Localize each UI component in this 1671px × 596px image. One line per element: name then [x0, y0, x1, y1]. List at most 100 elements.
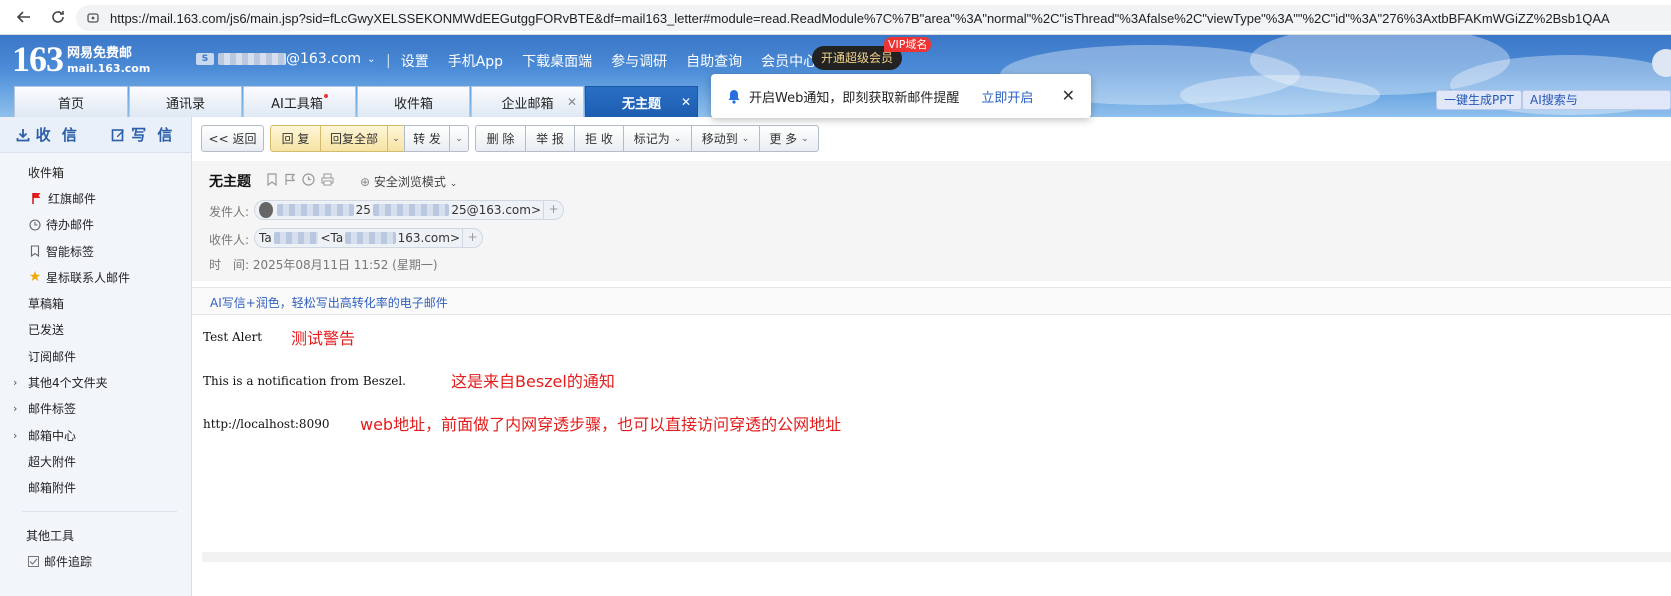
close-icon[interactable]: ✕: [567, 95, 577, 109]
logo[interactable]: 163 网易免费邮 mail.163.com: [12, 39, 150, 79]
sender-chip[interactable]: 25 25@163.com> +: [254, 200, 564, 220]
chevron-right-icon[interactable]: ›: [13, 376, 17, 389]
more-button[interactable]: 更 多 ⌄: [759, 125, 819, 152]
blurred-email: [372, 204, 450, 216]
flag-icon[interactable]: [284, 173, 296, 189]
clock-icon: [28, 219, 42, 231]
body-line-url[interactable]: http://localhost:8090: [203, 417, 329, 431]
tab-contacts[interactable]: 通讯录: [129, 86, 242, 117]
folder-mail-center[interactable]: › 邮箱中心: [0, 422, 191, 448]
report-button[interactable]: 举 报: [525, 125, 575, 152]
link-download-desktop[interactable]: 下载桌面端: [522, 51, 592, 71]
folder-mail-tags[interactable]: › 邮件标签: [0, 396, 191, 422]
chevron-right-icon[interactable]: ›: [13, 429, 17, 442]
folder-inbox[interactable]: 收件箱: [0, 159, 191, 185]
account-switcher[interactable]: S @163.com ⌄: [196, 51, 375, 67]
tab-bar: 首页 通讯录 AI工具箱 收件箱 企业邮箱 ✕ 无主题 ✕: [14, 86, 699, 117]
tab-no-subject[interactable]: 无主题 ✕: [585, 86, 698, 117]
account-icon: S: [196, 53, 214, 65]
folder-mailbox-attachments[interactable]: 邮箱附件: [0, 475, 191, 501]
vip-domain-tag[interactable]: VIP域名: [884, 37, 932, 52]
tag-icon[interactable]: [266, 173, 278, 189]
chevron-right-icon[interactable]: ›: [13, 402, 17, 415]
other-tools-title: 其他工具: [26, 528, 75, 543]
link-member-center[interactable]: 会员中心: [761, 51, 817, 71]
annotation-url: web地址，前面做了内网穿透步骤，也可以直接访问穿透的公网地址: [360, 415, 842, 434]
time-row: 时 间: 2025年08月11日 11:52 (星期一): [209, 258, 438, 272]
folder-sent[interactable]: 已发送: [0, 317, 191, 343]
folder-flagged[interactable]: 红旗邮件: [0, 185, 191, 211]
reload-icon[interactable]: [48, 7, 68, 27]
annotation-test-alert: 测试警告: [291, 329, 356, 348]
blurred-name: [277, 204, 354, 216]
add-contact-icon[interactable]: +: [543, 200, 563, 220]
reply-dropdown[interactable]: ⌄: [387, 125, 405, 152]
folder-subscriptions[interactable]: 订阅邮件: [0, 343, 191, 369]
shield-plus-icon: ⊕: [360, 175, 371, 189]
address-bar[interactable]: https://mail.163.com/js6/main.jsp?sid=fL…: [76, 5, 1671, 31]
folder-large-attachments[interactable]: 超大附件: [0, 448, 191, 474]
link-survey[interactable]: 参与调研: [611, 51, 667, 71]
reply-button[interactable]: 回 复: [270, 125, 321, 152]
folder-starred-contacts[interactable]: ★ 星标联系人邮件: [0, 264, 191, 290]
site-info-icon[interactable]: [86, 11, 100, 25]
move-to-button[interactable]: 移动到 ⌄: [691, 125, 760, 152]
chevron-down-icon: ⌄: [455, 133, 463, 144]
bell-icon: [728, 89, 740, 104]
ai-search-button[interactable]: AI搜索与: [1522, 90, 1671, 110]
folder-smart-tags[interactable]: 智能标签: [0, 238, 191, 264]
account-email-suffix: @163.com: [286, 51, 362, 67]
mark-as-button[interactable]: 标记为 ⌄: [623, 125, 692, 152]
print-icon[interactable]: [321, 173, 334, 189]
back-button[interactable]: << 返回: [201, 125, 264, 152]
mail-reader: << 返回 回 复 回复全部 ⌄ 转 发 ⌄ 删 除 举 报 拒 收 标记为 ⌄ …: [192, 117, 1671, 596]
clock-icon[interactable]: [302, 173, 315, 189]
compose-button[interactable]: 写 信: [96, 124, 192, 145]
close-icon[interactable]: ✕: [1062, 86, 1075, 105]
generate-ppt-button[interactable]: 一键生成PPT: [1436, 90, 1522, 110]
edit-icon: [111, 128, 125, 141]
top-links: | 设置 手机App 下载桌面端 参与调研 自助查询 会员中心: [386, 51, 818, 71]
close-icon[interactable]: ✕: [681, 95, 691, 109]
mail-header-info: 无主题 ⊕ 安全浏览模式 ⌄ 发件人: 25 25@163.com> + 收件人…: [192, 161, 1671, 281]
star-icon: ★: [28, 269, 42, 286]
receive-mail-button[interactable]: 收 信: [0, 124, 96, 145]
url-text[interactable]: https://mail.163.com/js6/main.jsp?sid=fL…: [110, 11, 1610, 26]
link-settings[interactable]: 设置: [401, 51, 429, 71]
reader-toolbar: << 返回 回 复 回复全部 ⌄ 转 发 ⌄ 删 除 举 报 拒 收 标记为 ⌄ …: [201, 125, 819, 152]
blurred-name: [273, 232, 319, 244]
tab-ai-toolbox[interactable]: AI工具箱: [243, 86, 356, 117]
folder-other-folders[interactable]: › 其他4个文件夹: [0, 369, 191, 395]
tab-home[interactable]: 首页: [14, 86, 128, 117]
new-dot: [323, 94, 328, 98]
download-icon: [16, 128, 30, 141]
link-self-service[interactable]: 自助查询: [686, 51, 742, 71]
red-flag-icon: [30, 192, 44, 205]
chevron-down-icon: ⌄: [367, 53, 376, 65]
reject-button[interactable]: 拒 收: [574, 125, 624, 152]
bottom-strip: [202, 552, 1671, 562]
chevron-down-icon: ⌄: [449, 179, 458, 189]
checkbox-icon: [26, 555, 40, 567]
back-arrow-icon[interactable]: [14, 7, 34, 27]
link-mobile-app[interactable]: 手机App: [448, 51, 503, 71]
chevron-down-icon: ⌄: [673, 133, 682, 144]
tab-enterprise-mail[interactable]: 企业邮箱 ✕: [471, 86, 584, 117]
add-contact-icon[interactable]: +: [462, 228, 482, 248]
ai-writing-banner[interactable]: AI写信+润色，轻松写出高转化率的电子邮件: [192, 287, 1671, 315]
sender-avatar: [259, 202, 274, 218]
chevron-down-icon: ⌄: [801, 133, 809, 144]
reply-all-button[interactable]: 回复全部: [320, 125, 388, 152]
forward-button[interactable]: 转 发: [404, 125, 450, 152]
tool-mail-tracking[interactable]: 邮件追踪: [0, 548, 191, 574]
bookmark-icon: [28, 245, 42, 258]
enable-notification-link[interactable]: 立即开启: [981, 87, 1033, 106]
forward-dropdown[interactable]: ⌄: [449, 125, 469, 152]
safe-browse-mode[interactable]: ⊕ 安全浏览模式 ⌄: [360, 173, 457, 190]
folder-todo[interactable]: 待办邮件: [0, 212, 191, 238]
delete-button[interactable]: 删 除: [475, 125, 526, 152]
folder-drafts[interactable]: 草稿箱: [0, 290, 191, 316]
recipient-chip[interactable]: Ta <Ta 163.com> +: [254, 228, 483, 248]
divider: [22, 510, 177, 512]
tab-inbox[interactable]: 收件箱: [357, 86, 470, 117]
